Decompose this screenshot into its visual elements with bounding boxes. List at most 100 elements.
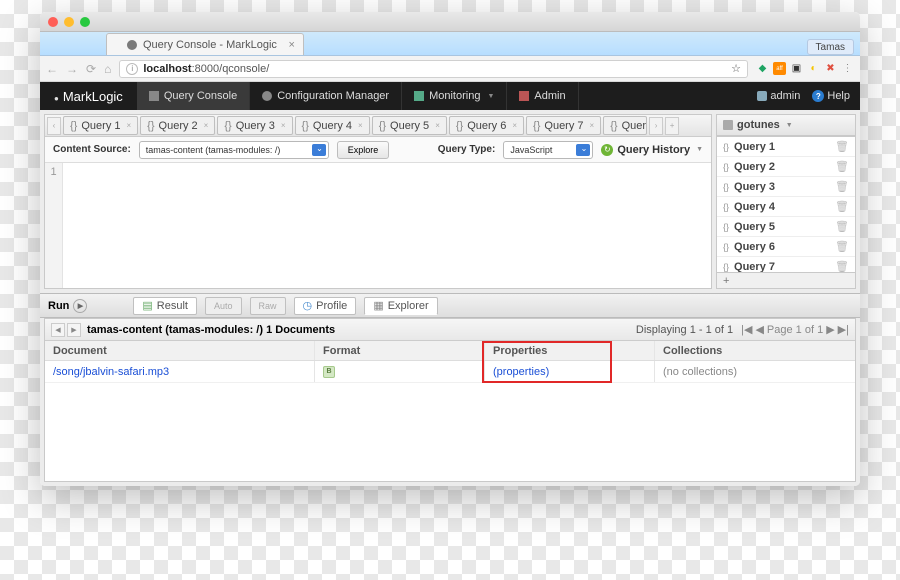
explorer-tab[interactable]: ▦Explorer xyxy=(364,297,437,315)
ext-yellow-icon[interactable]: ◐ xyxy=(807,62,820,75)
app-navbar: MarkLogic Query Console Configuration Ma… xyxy=(40,82,860,110)
close-window-icon[interactable] xyxy=(48,17,58,27)
query-type-select[interactable]: JavaScript xyxy=(503,141,593,159)
first-page-icon[interactable]: |◀ xyxy=(741,323,752,336)
ws-query-6[interactable]: {}Query 6🗑 xyxy=(717,237,855,257)
add-query-button[interactable]: + xyxy=(716,273,856,289)
trash-icon[interactable]: 🗑 xyxy=(835,260,849,273)
ws-query-7[interactable]: {}Query 7🗑 xyxy=(717,257,855,273)
code-editor[interactable] xyxy=(63,163,711,288)
user-icon xyxy=(757,91,767,101)
trash-icon[interactable]: 🗑 xyxy=(835,140,849,153)
close-icon[interactable]: × xyxy=(512,121,517,130)
minimize-window-icon[interactable] xyxy=(64,17,74,27)
format-badge: B xyxy=(323,366,335,378)
ws-query-2[interactable]: {}Query 2🗑 xyxy=(717,157,855,177)
add-tab-button[interactable]: + xyxy=(665,117,679,135)
properties-link[interactable]: (properties) xyxy=(493,366,549,378)
query-tab-6[interactable]: {}Query 6× xyxy=(449,116,524,135)
ws-query-3[interactable]: {}Query 3🗑 xyxy=(717,177,855,197)
result-tab[interactable]: ▤Result xyxy=(133,297,197,315)
chrome-profile-badge[interactable]: Tamas xyxy=(807,39,854,55)
trash-icon[interactable]: 🗑 xyxy=(835,220,849,233)
monitor-icon xyxy=(414,91,424,101)
browser-tab-active[interactable]: Query Console - MarkLogic × xyxy=(106,33,304,55)
query-tab-7[interactable]: {}Query 7× xyxy=(526,116,601,135)
nav-config-manager[interactable]: Configuration Manager xyxy=(250,82,402,110)
content-source-label: Content Source: xyxy=(53,144,131,155)
raw-button[interactable]: Raw xyxy=(250,297,286,315)
query-tabs: ‹ {}Query 1× {}Query 2× {}Query 3× {}Que… xyxy=(45,115,711,137)
line-gutter: 1 xyxy=(45,163,63,288)
home-icon[interactable]: ⌂ xyxy=(104,62,111,76)
editor-body: 1 xyxy=(45,163,711,288)
tab-scroll-right[interactable]: › xyxy=(649,117,663,135)
browser-menu-icon[interactable]: ⋮ xyxy=(841,62,854,75)
query-tab-2[interactable]: {}Query 2× xyxy=(140,116,215,135)
query-history-button[interactable]: ↻ Query History ▼ xyxy=(601,144,703,156)
user-badge[interactable]: admin xyxy=(757,90,800,102)
last-page-icon[interactable]: ▶| xyxy=(838,323,849,336)
ext-orange-icon[interactable]: aff xyxy=(773,62,786,75)
profile-tab[interactable]: ◷Profile xyxy=(294,297,357,315)
trash-icon[interactable]: 🗑 xyxy=(835,160,849,173)
trash-icon[interactable]: 🗑 xyxy=(835,240,849,253)
ext-red-icon[interactable]: ✖ xyxy=(824,62,837,75)
nav-monitoring[interactable]: Monitoring▼ xyxy=(402,82,507,110)
ext-drive-icon[interactable]: ◆ xyxy=(756,62,769,75)
xquery-icon: {} xyxy=(723,182,729,192)
query-tab-1[interactable]: {}Query 1× xyxy=(63,116,138,135)
explore-button[interactable]: Explore xyxy=(337,141,390,159)
xquery-icon: {} xyxy=(70,120,77,132)
close-icon[interactable]: × xyxy=(435,121,440,130)
query-tab-8[interactable]: {}Quer xyxy=(603,116,647,135)
workspace-select[interactable]: gotunes▼ xyxy=(716,114,856,136)
help-link[interactable]: ?Help xyxy=(812,90,850,102)
document-link[interactable]: /song/jbalvin-safari.mp3 xyxy=(53,366,169,378)
close-icon[interactable]: × xyxy=(358,121,363,130)
query-tab-3[interactable]: {}Query 3× xyxy=(217,116,292,135)
ws-query-1[interactable]: {}Query 1🗑 xyxy=(717,137,855,157)
close-icon[interactable]: × xyxy=(281,121,286,130)
query-tab-4[interactable]: {}Query 4× xyxy=(295,116,370,135)
prev-page-icon[interactable]: ◀ xyxy=(755,323,763,336)
nav-fwd-icon[interactable]: ▶ xyxy=(67,323,81,337)
xquery-icon: {} xyxy=(302,120,309,132)
history-icon: ↻ xyxy=(601,144,613,156)
close-icon[interactable]: × xyxy=(204,121,209,130)
close-icon[interactable]: × xyxy=(590,121,595,130)
run-button[interactable]: Run▶ xyxy=(48,299,87,313)
forward-icon: → xyxy=(66,62,78,76)
close-icon[interactable]: × xyxy=(127,121,132,130)
col-document: Document xyxy=(45,341,315,360)
nav-query-console[interactable]: Query Console xyxy=(137,82,250,110)
url-path: :8000/qconsole/ xyxy=(192,63,270,75)
nav-back-icon[interactable]: ◀ xyxy=(51,323,65,337)
ws-query-4[interactable]: {}Query 4🗑 xyxy=(717,197,855,217)
back-icon[interactable]: ← xyxy=(46,62,58,76)
col-properties: Properties xyxy=(485,341,655,360)
close-tab-icon[interactable]: × xyxy=(288,39,294,51)
auto-button[interactable]: Auto xyxy=(205,297,242,315)
workspace-panel: gotunes▼ {}Query 1🗑 {}Query 2🗑 {}Query 3… xyxy=(716,114,856,289)
tab-scroll-left[interactable]: ‹ xyxy=(47,117,61,135)
next-page-icon[interactable]: ▶ xyxy=(826,323,834,336)
trash-icon[interactable]: 🗑 xyxy=(835,180,849,193)
source-row: Content Source: tamas-content (tamas-mod… xyxy=(45,137,711,163)
trash-icon[interactable]: 🗑 xyxy=(835,200,849,213)
nav-admin[interactable]: Admin xyxy=(507,82,578,110)
content-source-select[interactable]: tamas-content (tamas-modules: /) xyxy=(139,141,329,159)
ws-query-5[interactable]: {}Query 5🗑 xyxy=(717,217,855,237)
bookmark-star-icon[interactable]: ☆ xyxy=(731,62,741,75)
run-toolbar: Run▶ ▤Result Auto Raw ◷Profile ▦Explorer xyxy=(40,294,860,318)
site-info-icon[interactable]: i xyxy=(126,63,138,75)
zoom-window-icon[interactable] xyxy=(80,17,90,27)
ext-shield-icon[interactable]: ▣ xyxy=(790,62,803,75)
xquery-icon: {} xyxy=(723,162,729,172)
reload-icon[interactable]: ⟳ xyxy=(86,62,96,76)
admin-icon xyxy=(519,91,529,101)
results-breadcrumb: tamas-content (tamas-modules: /) 1 Docum… xyxy=(87,324,335,336)
address-bar[interactable]: i localhost:8000/qconsole/ ☆ xyxy=(119,60,748,78)
collections-value: (no collections) xyxy=(663,366,737,378)
query-tab-5[interactable]: {}Query 5× xyxy=(372,116,447,135)
